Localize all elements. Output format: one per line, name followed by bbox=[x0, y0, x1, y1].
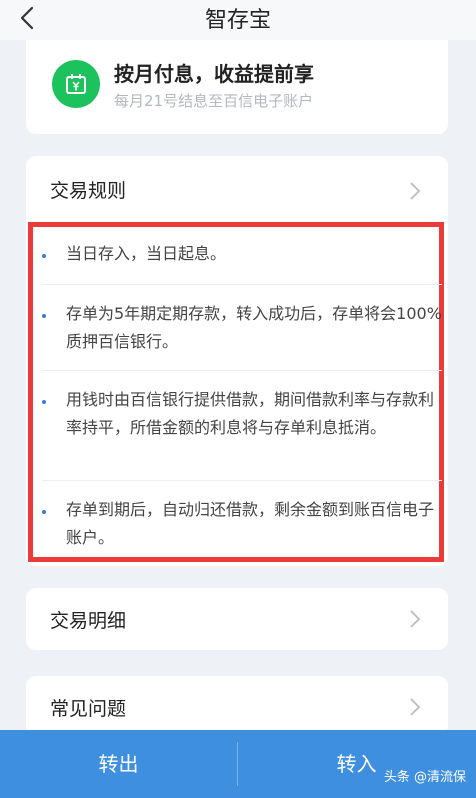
page-title: 智存宝 bbox=[204, 8, 271, 33]
faq-row[interactable]: 常见问题 bbox=[26, 676, 448, 736]
bullet-icon bbox=[42, 254, 46, 258]
chevron-right-icon bbox=[408, 608, 422, 630]
rule-item: 用钱时由百信银行提供借款，期间借款利率与存款利率持平，所借金额的利息将与存单利息… bbox=[42, 386, 442, 476]
banner-subtitle: 每月21号结息至百信电子账户 bbox=[114, 92, 314, 110]
rule-text: 存单到期后，自动归还借款，剩余金额到账百信电子账户。 bbox=[66, 500, 435, 547]
transfer-out-button[interactable]: 转出 bbox=[0, 730, 237, 798]
chevron-right-icon bbox=[408, 696, 422, 718]
divider bbox=[42, 480, 442, 481]
rule-item: 当日存入，当日起息。 bbox=[42, 240, 442, 272]
rule-item: 存单到期后，自动归还借款，剩余金额到账百信电子账户。 bbox=[42, 496, 442, 558]
bullet-icon bbox=[42, 510, 46, 514]
rule-text: 用钱时由百信银行提供借款，期间借款利率与存款利率持平，所借金额的利息将与存单利息… bbox=[66, 390, 435, 437]
rule-item: 存单为5年期定期存款，转入成功后，存单将会100%质押百信银行。 bbox=[42, 300, 442, 362]
transfer-in-button[interactable]: 转入 bbox=[238, 730, 475, 798]
bullet-icon bbox=[42, 400, 46, 404]
watermark: 头条 @清流保 bbox=[383, 770, 466, 785]
rule-text: 当日存入，当日起息。 bbox=[66, 244, 227, 263]
transaction-details-row[interactable]: 交易明细 bbox=[26, 588, 448, 650]
nav-bar: 智存宝 bbox=[0, 0, 476, 40]
divider bbox=[42, 284, 442, 285]
divider bbox=[42, 370, 442, 371]
trading-rules-card: 交易规则 当日存入，当日起息。 存单为5年期定期存款，转入成功后，存单将会100… bbox=[26, 156, 448, 566]
banner-title: 按月付息，收益提前享 bbox=[114, 62, 314, 86]
rule-text: 存单为5年期定期存款，转入成功后，存单将会100%质押百信银行。 bbox=[66, 304, 442, 351]
bottom-action-bar: 转出 转入 头条 @清流保 bbox=[0, 730, 476, 798]
trading-rules-title[interactable]: 交易规则 bbox=[50, 176, 126, 203]
calendar-yen-icon bbox=[52, 60, 100, 108]
interest-banner-card: 按月付息，收益提前享 每月21号结息至百信电子账户 bbox=[26, 40, 448, 134]
transaction-details-title: 交易明细 bbox=[50, 610, 127, 632]
faq-title: 常见问题 bbox=[50, 698, 127, 720]
bullet-icon bbox=[42, 314, 46, 318]
chevron-right-icon[interactable] bbox=[408, 180, 422, 202]
